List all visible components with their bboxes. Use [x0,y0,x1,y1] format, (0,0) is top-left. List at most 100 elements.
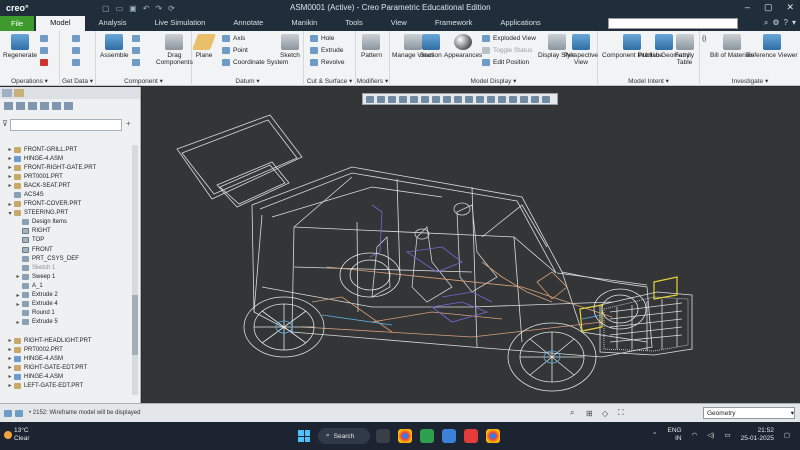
extrude-button[interactable]: Extrude [310,47,343,54]
assemble-button[interactable]: Assemble [100,34,129,59]
group-label-cut-surface[interactable]: Cut & Surface ▾ [304,77,355,85]
hole-button[interactable]: Hole [310,35,334,42]
weather-widget[interactable]: 13°C Clear [14,427,30,443]
tree-item[interactable]: RIGHT [0,227,132,236]
plane-button[interactable]: Plane [192,34,216,59]
battery-icon[interactable]: ▭ [724,431,730,439]
message-log-icon[interactable] [4,409,12,417]
group-label-model-display[interactable]: Model Display ▾ [390,77,597,85]
drag-components-button[interactable]: Drag Components [156,34,193,66]
expand-toggle-icon[interactable]: ▸ [6,373,14,380]
expand-toggle-icon[interactable]: ▸ [6,364,14,371]
copy-button[interactable] [40,35,48,42]
user-defined-feature-button[interactable] [72,35,80,42]
tree-columns-icon[interactable] [16,102,25,110]
gear-icon[interactable]: ⚙ [772,18,779,28]
chrome-icon[interactable] [398,429,412,443]
expand-toggle-icon[interactable]: ▸ [14,301,22,308]
paste-button[interactable] [40,47,48,54]
search-icon[interactable]: ⌕ [764,18,768,28]
family-table-button[interactable]: Family Table [670,34,699,66]
repeat-button[interactable] [132,47,140,54]
tree-show-icon[interactable] [40,102,49,110]
tree-item[interactable]: ▸ Extrude 4 [0,300,132,309]
delete-button[interactable] [40,59,48,66]
tree-item[interactable]: ▸ FRONT-COVER.PRT [0,200,132,209]
expand-toggle-icon[interactable]: ▾ [6,210,14,217]
tab-model[interactable]: Model [36,16,85,31]
expand-toggle-icon[interactable]: ▸ [6,337,14,344]
tree-item[interactable] [0,327,132,336]
tree-item[interactable]: ▸ RIGHT-GATE-EDT.PRT [0,363,132,372]
wireframe-car-model[interactable] [142,87,800,403]
tree-item[interactable]: ▸ PRT0001.PRT [0,172,132,181]
start-button[interactable] [298,430,310,442]
perspective-view-button[interactable]: Perspective View [564,34,598,66]
tree-item[interactable]: ▸ HINGE-4.ASM [0,372,132,381]
regenerate-icon[interactable]: ⟳ [168,4,175,13]
coordinate-system-button[interactable]: Coordinate System [222,59,288,66]
tree-item[interactable]: A_1 [0,281,132,290]
close-icon[interactable]: ✕ [786,2,794,13]
expand-toggle-icon[interactable]: ▸ [6,355,14,362]
selection-filter-select[interactable]: Geometry ▾ [703,407,795,419]
tab-manikin[interactable]: Manikin [277,16,331,31]
weather-icon[interactable] [4,431,12,439]
sketch-button[interactable]: Sketch [280,34,300,59]
smart-selection-icon[interactable]: ◇ [602,409,608,418]
braces-button[interactable]: {} [702,35,706,42]
exploded-view-button[interactable]: Exploded View [482,35,536,42]
appearances-button[interactable]: Appearances [444,34,482,59]
redo-icon[interactable]: ↷ [155,4,162,13]
group-label-get-data[interactable]: Get Data ▾ [60,77,95,85]
tree-settings-icon[interactable] [4,102,13,110]
add-icon[interactable]: + [126,119,131,128]
tree-item[interactable]: TOP [0,236,132,245]
expand-toggle-icon[interactable]: ▸ [6,146,14,153]
wifi-icon[interactable]: ◠ [692,431,698,439]
expand-toggle-icon[interactable]: ▸ [6,346,14,353]
expand-toggle-icon[interactable]: ▸ [14,319,22,326]
tab-analysis[interactable]: Analysis [85,16,141,31]
tree-item[interactable]: ▸ Extrude 5 [0,318,132,327]
maximize-icon[interactable]: ▢ [764,2,773,13]
graphics-viewport[interactable] [142,87,800,403]
notification-icon[interactable]: ▢ [784,431,790,439]
tree-item[interactable]: ▸ LEFT-GATE-EDT.PRT [0,381,132,390]
help-icon[interactable]: ? [784,18,788,28]
expand-toggle-icon[interactable]: ▸ [6,173,14,180]
language-indicator[interactable]: ENG IN [668,427,682,443]
chrome-profile-icon[interactable] [486,429,500,443]
fullscreen-icon[interactable]: ⛶ [618,408,624,418]
open-icon[interactable]: ▭ [116,4,124,13]
tab-file[interactable]: File [0,16,35,31]
group-label-investigate[interactable]: Investigate ▾ [700,77,800,85]
taskbar-app-chart-icon[interactable] [376,429,390,443]
youtube-icon[interactable] [464,429,478,443]
tree-expand-icon[interactable] [64,102,73,110]
tree-item[interactable]: ▸ HINGE-4.ASM [0,154,132,163]
tree-scrollbar[interactable] [132,145,138,395]
taskbar-search[interactable]: ⌕ Search [318,428,370,444]
expand-toggle-icon[interactable]: ▸ [6,164,14,171]
tree-item[interactable]: FRONT [0,245,132,254]
tab-framework[interactable]: Framework [421,16,487,31]
tree-item[interactable]: Sketch 1 [0,263,132,272]
clock[interactable]: 21:52 25-01-2025 [741,427,774,443]
expand-toggle-icon[interactable]: ▸ [14,273,22,280]
tab-tools[interactable]: Tools [331,16,377,31]
whatsapp-icon[interactable] [420,429,434,443]
shrinkwrap-button[interactable] [72,59,80,66]
tree-item[interactable]: ▸ PRT0002.PRT [0,345,132,354]
tree-item[interactable]: ▸ Extrude 2 [0,291,132,300]
save-icon[interactable]: ▣ [129,4,137,13]
selection-icon[interactable]: ⊞ [586,409,593,418]
tree-search-input[interactable] [10,119,122,131]
expand-toggle-icon[interactable]: ▸ [6,155,14,162]
create-component-button[interactable] [132,35,140,42]
tray-chevron-icon[interactable]: ⌃ [652,431,657,439]
tree-item[interactable]: ▸ FRONT-GRILL.PRT [0,145,132,154]
tree-item[interactable]: ▸ HINGE-4.ASM [0,354,132,363]
group-label-model-intent[interactable]: Model Intent ▾ [598,77,699,85]
model-tree-tab-icon[interactable] [2,89,12,97]
